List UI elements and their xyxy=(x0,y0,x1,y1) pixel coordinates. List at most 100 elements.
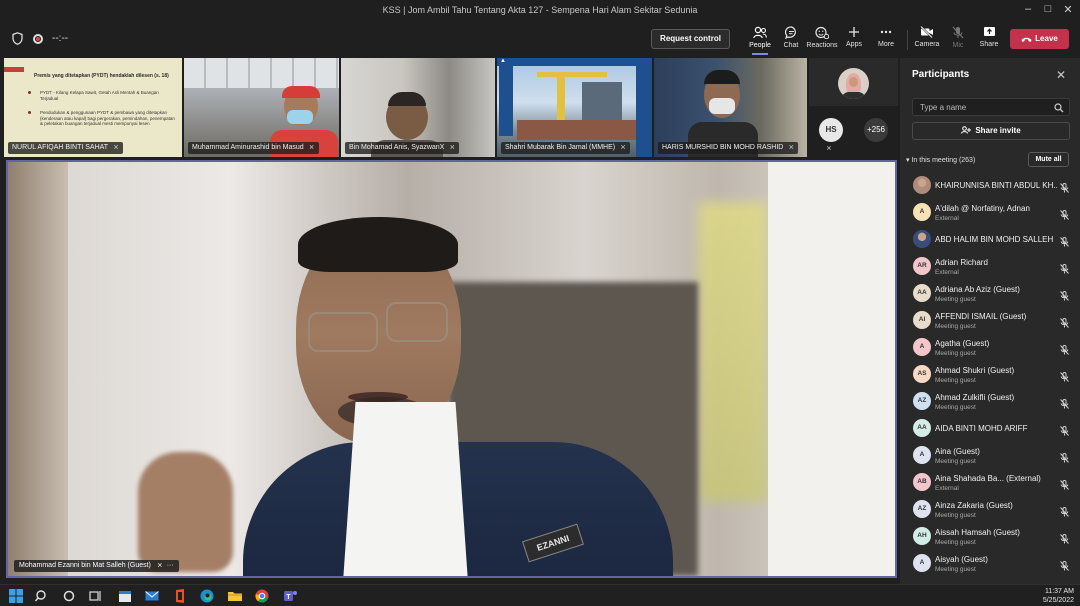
slide-bullet-1: PYDT - Kilang Kelapa Sawit, Getah Asli M… xyxy=(40,90,159,101)
slide-accent xyxy=(4,67,24,72)
mic-off-icon[interactable] xyxy=(1060,207,1069,225)
wall-blur xyxy=(768,162,895,576)
meeting-timer: --:-- xyxy=(52,33,69,44)
side-banner xyxy=(499,66,513,136)
more-participants-button[interactable]: +256 xyxy=(864,118,888,142)
participant-row[interactable]: A Aisyah (Guest) Meeting guest xyxy=(900,550,1080,577)
mic-off-icon[interactable] xyxy=(1060,234,1069,252)
close-icon[interactable]: ✕ xyxy=(1056,68,1066,82)
mic-off-icon: ⨯ xyxy=(620,144,626,151)
mic-off-icon[interactable] xyxy=(1060,558,1069,576)
mic-off-icon[interactable] xyxy=(1060,423,1069,441)
share-button[interactable]: Share xyxy=(969,26,1009,48)
system-clock[interactable]: 11:37 AM 5/25/2022 xyxy=(1043,587,1074,605)
avatar: A xyxy=(913,446,931,464)
file-explorer-icon[interactable] xyxy=(227,588,243,604)
shield-icon[interactable] xyxy=(12,32,23,45)
cortana-icon[interactable] xyxy=(61,588,77,604)
person-hair xyxy=(704,70,740,84)
tile-label: NURUL AFIQAH BINTI SAHAT ⨯ xyxy=(8,142,123,154)
avatar: AB xyxy=(913,473,931,491)
video-tile[interactable]: HARIS MURSHID BIN MOHD RASHID ⨯ xyxy=(654,58,807,157)
windows-start-icon[interactable] xyxy=(8,588,24,604)
mic-off-icon[interactable] xyxy=(1060,369,1069,387)
clock-time: 11:37 AM xyxy=(1044,588,1074,595)
mic-off-icon: ⨯ xyxy=(156,562,163,569)
video-tile[interactable]: ▲ Shahri Mubarak Bin Jamal (MMHE) ⨯ xyxy=(497,58,652,157)
video-tile[interactable]: Muhammad Aminurashid bin Masud ⨯ xyxy=(184,58,339,157)
mic-off-icon[interactable] xyxy=(1060,180,1069,198)
avatar: A xyxy=(913,338,931,356)
avatar: AR xyxy=(913,257,931,275)
main-video[interactable]: EZANNI Mohammad Ezanni bin Mat Salleh (G… xyxy=(6,160,897,578)
participant-row[interactable]: AI AFFENDI ISMAIL (Guest) Meeting guest xyxy=(900,307,1080,334)
mic-off-icon[interactable] xyxy=(1060,450,1069,468)
mic-off-icon[interactable] xyxy=(1060,342,1069,360)
mic-off-icon[interactable] xyxy=(1060,477,1069,495)
speaker-name: Mohammad Ezanni bin Mat Salleh (Guest) xyxy=(19,562,151,569)
camera-off-icon xyxy=(920,26,933,38)
mic-off-icon xyxy=(952,26,964,39)
more-button[interactable]: More xyxy=(866,26,906,48)
teams-icon[interactable]: T xyxy=(282,588,298,604)
in-meeting-section[interactable]: ▾ In this meeting (263) xyxy=(906,156,975,164)
participant-row[interactable]: KHAIRUNNISA BINTI ABDUL KH... xyxy=(900,172,1080,199)
participant-row[interactable]: AA Adriana Ab Aziz (Guest) Meeting guest xyxy=(900,280,1080,307)
office-icon[interactable] xyxy=(172,588,188,604)
overflow-avatar[interactable]: HS xyxy=(819,118,843,142)
more-label: More xyxy=(878,41,894,48)
mic-off-icon[interactable] xyxy=(1060,315,1069,333)
mic-off-icon[interactable] xyxy=(1060,288,1069,306)
video-tile-avatar[interactable] xyxy=(809,58,898,106)
calendar-app-icon[interactable] xyxy=(117,588,133,604)
participant-row[interactable]: A A'dilah @ Norfatiny, Adnan External xyxy=(900,199,1080,226)
mic-off-icon[interactable] xyxy=(1060,531,1069,549)
participant-role: Meeting guest xyxy=(935,458,976,465)
search-icon[interactable] xyxy=(34,588,50,604)
participant-row[interactable]: ABD HALIM BIN MOHD SALLEH xyxy=(900,226,1080,253)
participant-row[interactable]: AA AIDA BINTI MOHD ARIFF xyxy=(900,415,1080,442)
more-icon xyxy=(880,30,892,34)
task-view-icon[interactable] xyxy=(88,588,104,604)
participant-row[interactable]: AH Aissah Hamsah (Guest) Meeting guest xyxy=(900,523,1080,550)
mail-icon[interactable] xyxy=(144,588,160,604)
chrome-icon[interactable] xyxy=(254,588,270,604)
participant-row[interactable]: A Aina (Guest) Meeting guest xyxy=(900,442,1080,469)
participant-role: External xyxy=(935,215,959,222)
glasses-left xyxy=(308,312,378,352)
people-icon xyxy=(753,26,767,39)
participant-row[interactable]: AZ Ahmad Zulkifli (Guest) Meeting guest xyxy=(900,388,1080,415)
participant-role: Meeting guest xyxy=(935,539,976,546)
participant-row[interactable]: AZ Ainza Zakaria (Guest) Meeting guest xyxy=(900,496,1080,523)
mic-off-icon[interactable] xyxy=(1060,504,1069,522)
mic-off-icon[interactable] xyxy=(1060,261,1069,279)
mute-all-button[interactable]: Mute all xyxy=(1028,152,1069,167)
participant-row[interactable]: AB Aina Shahada Ba... (External) External xyxy=(900,469,1080,496)
share-invite-icon xyxy=(961,126,972,134)
participant-list: KHAIRUNNISA BINTI ABDUL KH... A A'dilah @ … xyxy=(900,172,1080,577)
participant-role: External xyxy=(935,269,959,276)
video-tile[interactable]: Bin Mohamad Anis, SyazwanX ⨯ xyxy=(341,58,495,157)
video-tile-slide[interactable]: Premis yang ditetapkan (PYDT) hendaklah … xyxy=(4,58,182,157)
participant-row[interactable]: AS Ahmad Shukri (Guest) Meeting guest xyxy=(900,361,1080,388)
avatar: AA xyxy=(913,419,931,437)
mic-off-icon[interactable] xyxy=(1060,396,1069,414)
participant-row[interactable]: AR Adrian Richard External xyxy=(900,253,1080,280)
participant-name: Ahmad Zulkifli (Guest) xyxy=(935,393,1015,402)
avatar: AI xyxy=(913,311,931,329)
request-control-button[interactable]: Request control xyxy=(651,29,730,49)
mic-off-icon: ⨯ xyxy=(113,144,119,151)
share-invite-button[interactable]: Share invite xyxy=(912,122,1070,140)
participant-name: Ainza Zakaria (Guest) xyxy=(935,501,1013,510)
participant-name: Aina Shahada Ba... (External) xyxy=(935,474,1041,483)
participant-search-input[interactable]: Type a name xyxy=(912,98,1070,116)
chat-icon xyxy=(784,26,796,39)
participant-name: KHAIRUNNISA BINTI ABDUL KH... xyxy=(935,181,1057,190)
leave-button[interactable]: Leave xyxy=(1010,29,1069,49)
structure xyxy=(582,82,622,122)
face xyxy=(849,77,858,87)
edge-icon[interactable] xyxy=(199,588,215,604)
close-window-icon[interactable]: ✕ xyxy=(1056,3,1080,16)
participant-row[interactable]: A Agatha (Guest) Meeting guest xyxy=(900,334,1080,361)
more-icon[interactable]: ··· xyxy=(167,562,174,569)
